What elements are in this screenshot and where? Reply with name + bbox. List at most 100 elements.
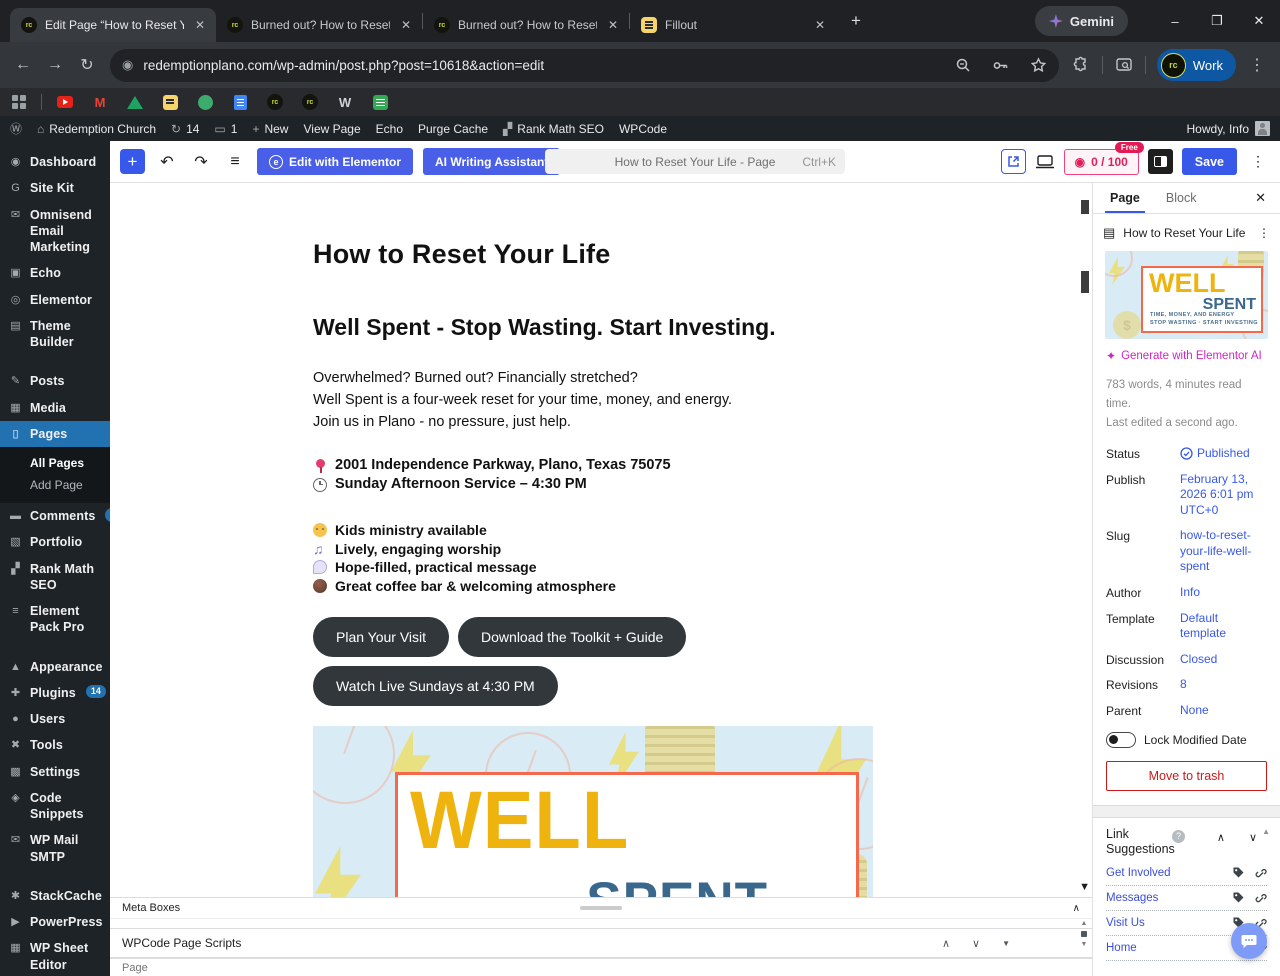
docs-bookmark[interactable] bbox=[232, 94, 248, 110]
admin-bar-item-wordpress-icon[interactable]: Ⓦ bbox=[10, 120, 22, 137]
block-inserter-button[interactable]: + bbox=[120, 149, 145, 174]
copy-tag-icon[interactable] bbox=[1232, 891, 1245, 904]
field-value[interactable]: 8 bbox=[1180, 677, 1267, 693]
sidebar-item-element-pack-pro[interactable]: ≡Element Pack Pro bbox=[0, 598, 110, 641]
ai-writing-assistant-button[interactable]: AI Writing Assistant bbox=[423, 148, 560, 175]
chat-widget-button[interactable] bbox=[1231, 923, 1267, 959]
sidebar-item-theme-builder[interactable]: ▤Theme Builder bbox=[0, 313, 110, 356]
admin-bar-item-echo[interactable]: Echo bbox=[376, 122, 403, 136]
featured-image[interactable]: $ WELL SPENT TIME, MONEY, AND ENERGY STO… bbox=[1105, 251, 1268, 339]
copy-tag-icon[interactable] bbox=[1232, 866, 1245, 879]
gemini-button[interactable]: Gemini bbox=[1035, 6, 1128, 36]
close-sidebar-icon[interactable]: ✕ bbox=[1245, 190, 1276, 206]
sidebar-item-site-kit[interactable]: GSite Kit bbox=[0, 175, 110, 201]
sidebar-item-plugins[interactable]: ✚Plugins14 bbox=[0, 680, 110, 706]
browser-menu-icon[interactable]: ⋮ bbox=[1242, 50, 1272, 80]
site-info-icon[interactable]: ◉ bbox=[122, 57, 133, 73]
tab-close-icon[interactable]: ✕ bbox=[605, 17, 621, 33]
sidebar-item-media[interactable]: ▦Media bbox=[0, 395, 110, 421]
cta-plan-your-visit[interactable]: Plan Your Visit bbox=[313, 617, 449, 657]
preview-devices-icon[interactable] bbox=[1035, 154, 1055, 170]
link-suggestion-messages[interactable]: Messages bbox=[1106, 892, 1232, 904]
close-button[interactable]: ✕ bbox=[1238, 0, 1280, 42]
move-to-trash-button[interactable]: Move to trash bbox=[1106, 761, 1267, 791]
admin-bar-item-rank-math-seo[interactable]: ▞Rank Math SEO bbox=[503, 122, 604, 136]
feature-line[interactable]: Lively, engaging worship bbox=[313, 540, 873, 559]
w-bookmark[interactable]: W bbox=[337, 94, 353, 110]
cta-download-the-toolkit-guide[interactable]: Download the Toolkit + Guide bbox=[458, 617, 686, 657]
page-title[interactable]: How to Reset Your Life bbox=[313, 239, 873, 270]
save-button[interactable]: Save bbox=[1182, 148, 1237, 175]
minimize-button[interactable]: – bbox=[1154, 0, 1196, 42]
admin-bar-item-new[interactable]: +New bbox=[252, 122, 288, 136]
list-view-icon[interactable]: ≡ bbox=[223, 153, 247, 171]
youtube-bookmark[interactable] bbox=[57, 94, 73, 110]
feature-line[interactable]: Great coffee bar & welcoming atmosphere bbox=[313, 577, 873, 596]
profile-button[interactable]: rc Work bbox=[1157, 49, 1236, 81]
feature-line[interactable]: Hope-filled, practical message bbox=[313, 558, 873, 577]
gmail-bookmark[interactable]: M bbox=[92, 94, 108, 110]
sidebar-item-echo[interactable]: ▣Echo bbox=[0, 260, 110, 286]
sidebar-item-wp-mail-smtp[interactable]: ✉WP Mail SMTP bbox=[0, 827, 110, 870]
scrollbar-thumb[interactable] bbox=[1081, 931, 1087, 937]
cta-watch-live-sundays-at-4-30-pm[interactable]: Watch Live Sundays at 4:30 PM bbox=[313, 666, 558, 706]
sidebar-item-appearance[interactable]: ▲Appearance bbox=[0, 654, 110, 680]
well-spent-hero-image[interactable]: $ WELL SPENT bbox=[313, 726, 873, 897]
link-suggestion-get-involved[interactable]: Get Involved bbox=[1106, 867, 1232, 879]
paragraph[interactable]: Overwhelmed? Burned out? Financially str… bbox=[313, 367, 873, 389]
tab-page[interactable]: Page bbox=[1097, 183, 1153, 213]
howdy-label[interactable]: Howdy, Info bbox=[1187, 122, 1249, 136]
maximize-button[interactable]: ❐ bbox=[1196, 0, 1238, 42]
sidebar-item-pages[interactable]: ▯Pages bbox=[0, 421, 110, 447]
link-suggestion-visit-us[interactable]: Visit Us bbox=[1106, 917, 1232, 929]
new-tab-button[interactable]: + bbox=[842, 7, 870, 35]
bookmark-star-icon[interactable] bbox=[1025, 51, 1053, 79]
url-text[interactable]: redemptionplano.com/wp-admin/post.php?po… bbox=[143, 58, 939, 73]
admin-bar-item-wpcode[interactable]: WPCode bbox=[619, 122, 667, 136]
sort-order-icon[interactable]: ▲ bbox=[1262, 827, 1270, 836]
browser-tab-2[interactable]: rc Burned out? How to Reset Your ✕ bbox=[216, 8, 422, 42]
drive-bookmark[interactable] bbox=[127, 94, 143, 110]
field-value[interactable]: Default template bbox=[1180, 611, 1267, 642]
info-line[interactable]: Sunday Afternoon Service – 4:30 PM bbox=[313, 475, 873, 494]
insert-link-icon[interactable] bbox=[1254, 891, 1267, 904]
info-line[interactable]: 2001 Independence Parkway, Plano, Texas … bbox=[313, 456, 873, 475]
link-suggestion-home[interactable]: Home bbox=[1106, 942, 1232, 954]
redo-icon[interactable]: ↷ bbox=[189, 152, 213, 172]
admin-bar-item-14[interactable]: ↻14 bbox=[171, 122, 199, 136]
back-icon[interactable]: ← bbox=[8, 50, 38, 80]
admin-bar-item-purge-cache[interactable]: Purge Cache bbox=[418, 122, 488, 136]
zoom-icon[interactable] bbox=[949, 51, 977, 79]
feature-line[interactable]: Kids ministry available bbox=[313, 521, 873, 540]
mini-scrollbar[interactable]: ▲ ▼ bbox=[1078, 920, 1090, 948]
rank-math-score-button[interactable]: ◉ 0 / 100 Free bbox=[1064, 149, 1139, 175]
move-down-icon[interactable]: ∨ bbox=[1249, 831, 1257, 844]
admin-bar-item-view-page[interactable]: View Page bbox=[303, 122, 360, 136]
scroll-down-icon[interactable]: ▼ bbox=[1079, 881, 1090, 893]
settings-panel-toggle[interactable] bbox=[1148, 149, 1173, 174]
sidebar-item-elementor[interactable]: ◎Elementor bbox=[0, 287, 110, 313]
meta-boxes-bar[interactable]: Meta Boxes ∧ bbox=[110, 897, 1092, 918]
sidebar-item-settings[interactable]: ▩Settings bbox=[0, 759, 110, 785]
sidebar-item-dashboard[interactable]: ◉Dashboard bbox=[0, 149, 110, 175]
sidebar-item-powerpress[interactable]: ▶PowerPress bbox=[0, 909, 110, 935]
sidebar-item-stackcache[interactable]: ✱StackCache bbox=[0, 883, 110, 909]
view-page-external-button[interactable] bbox=[1001, 149, 1026, 174]
document-actions-icon[interactable]: ⋮ bbox=[1258, 226, 1270, 240]
admin-bar-item-1[interactable]: ▭1 bbox=[214, 122, 237, 136]
document-command-bar[interactable]: How to Reset Your Life - Page Ctrl+K bbox=[545, 149, 845, 174]
reload-icon[interactable]: ↻ bbox=[72, 50, 102, 80]
paragraph[interactable]: Join us in Plano - no pressure, just hel… bbox=[313, 411, 873, 433]
sidebar-item-users[interactable]: ●Users bbox=[0, 706, 110, 732]
rc-bookmark-2[interactable]: rc bbox=[302, 94, 318, 110]
editor-options-icon[interactable]: ⋮ bbox=[1246, 153, 1270, 170]
move-up-icon[interactable]: ∧ bbox=[942, 937, 950, 950]
sidebar-item-omnisend-email-marketing[interactable]: ✉Omnisend Email Marketing bbox=[0, 202, 110, 261]
canvas-scrollbar-thumb[interactable] bbox=[1081, 200, 1089, 214]
wpcode-page-scripts-panel[interactable]: WPCode Page Scripts ∧ ∨ ▼ ▲ ▼ bbox=[110, 928, 1092, 958]
generate-with-elementor-ai-link[interactable]: ✦ Generate with Elementor AI bbox=[1093, 347, 1280, 371]
tab-close-icon[interactable]: ✕ bbox=[398, 17, 414, 33]
field-value[interactable]: how-to-reset-your-life-well-spent bbox=[1180, 528, 1267, 575]
sidebar-item-posts[interactable]: ✎Posts bbox=[0, 368, 110, 394]
paragraph[interactable]: Well Spent is a four-week reset for your… bbox=[313, 389, 873, 411]
